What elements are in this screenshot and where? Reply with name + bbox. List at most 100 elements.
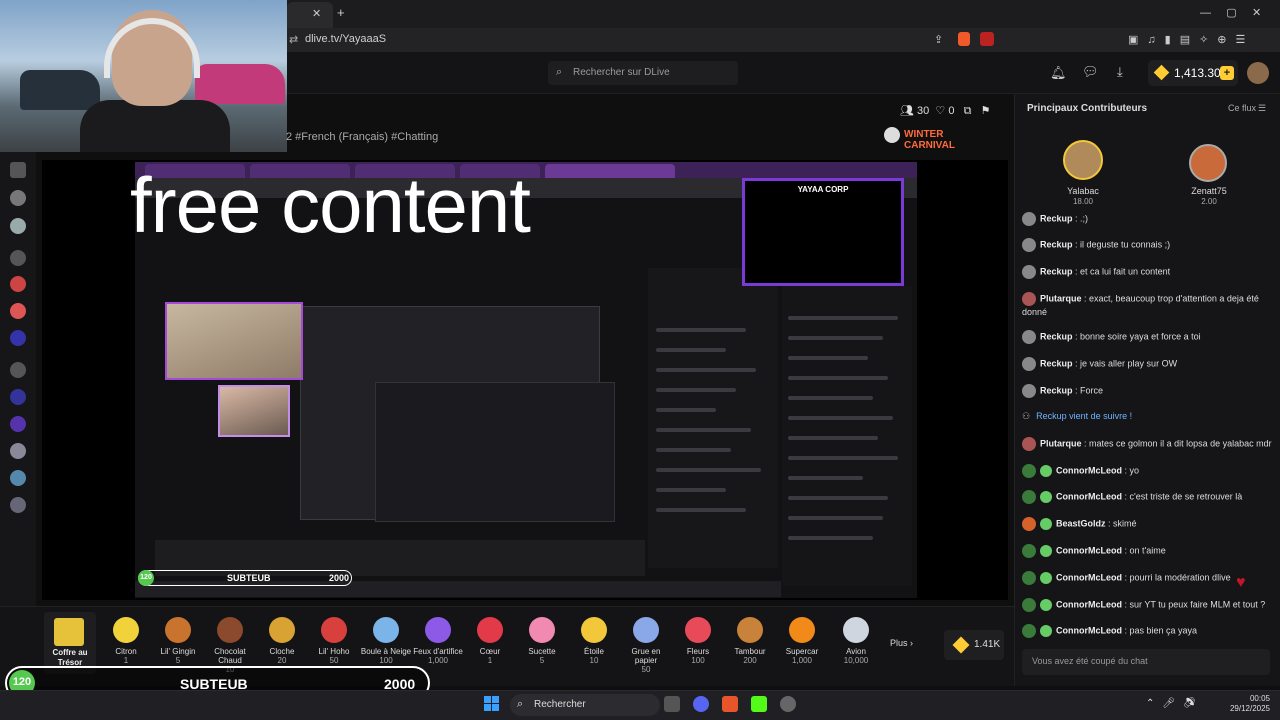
user-avatar[interactable] bbox=[1247, 62, 1269, 84]
gems-button[interactable]: 1.41K bbox=[944, 630, 1004, 660]
notification-bell-icon[interactable]: 🔔︎ bbox=[1050, 65, 1067, 81]
balance-value: 1,413.30 bbox=[1174, 66, 1221, 80]
contributor-avatar[interactable] bbox=[1063, 140, 1103, 180]
sidebar-channel-avatar[interactable] bbox=[10, 276, 26, 292]
sidebar-channel-avatar[interactable] bbox=[10, 218, 26, 234]
sidebar-toggle-icon[interactable] bbox=[10, 162, 26, 178]
chat-username[interactable]: Reckup bbox=[1040, 213, 1073, 223]
browser-tab[interactable] bbox=[287, 2, 333, 28]
sidebar-channel-avatar[interactable] bbox=[10, 389, 26, 405]
popout-icon[interactable]: ⧉ bbox=[964, 105, 972, 117]
winter-carnival-badge[interactable]: WINTER CARNIVAL bbox=[882, 125, 994, 151]
chat-avatar[interactable] bbox=[1022, 490, 1036, 504]
chat-username[interactable]: ConnorMcLeod bbox=[1056, 491, 1122, 501]
chat-username[interactable]: BeastGoldz bbox=[1056, 518, 1106, 528]
chat-avatar[interactable] bbox=[1022, 238, 1036, 252]
sidebar-channel-avatar[interactable] bbox=[10, 362, 26, 378]
chat-username[interactable]: ConnorMcLeod bbox=[1056, 572, 1122, 582]
windows-start-icon[interactable] bbox=[484, 696, 500, 712]
contributors-filter[interactable]: Ce flux bbox=[1228, 103, 1256, 113]
gift-avion[interactable]: Avion 10,000 bbox=[830, 617, 882, 677]
chat-avatar[interactable] bbox=[1022, 571, 1036, 585]
gift-supercar[interactable]: Supercar 1,000 bbox=[776, 617, 828, 677]
add-balance-icon[interactable]: + bbox=[1220, 66, 1234, 80]
chat-avatar[interactable] bbox=[1022, 544, 1036, 558]
chat-avatar[interactable] bbox=[1022, 265, 1036, 279]
like-icon[interactable]: ♡ bbox=[935, 105, 945, 117]
taskbar-search[interactable]: ⌕ Rechercher bbox=[510, 694, 660, 716]
brave-rewards-icon[interactable] bbox=[980, 32, 994, 46]
obs-icon[interactable] bbox=[780, 696, 796, 712]
chat-avatar[interactable] bbox=[1022, 598, 1036, 612]
chat-username[interactable]: ConnorMcLeod bbox=[1056, 545, 1122, 555]
chat-avatar[interactable] bbox=[1022, 517, 1036, 531]
chat-username[interactable]: ConnorMcLeod bbox=[1056, 599, 1122, 609]
contributor-name[interactable]: Zenatt75 bbox=[1169, 186, 1249, 196]
chat-avatar[interactable] bbox=[1022, 384, 1036, 398]
heart-icon[interactable] bbox=[10, 190, 26, 206]
new-tab-button[interactable]: + bbox=[337, 5, 345, 20]
lemon-balance[interactable]: 1,413.30 + bbox=[1148, 60, 1238, 86]
chat-username[interactable]: Reckup bbox=[1040, 331, 1073, 341]
report-flag-icon[interactable]: ⚑ bbox=[981, 105, 991, 117]
download-icon[interactable]: ⤓ bbox=[1117, 64, 1123, 80]
site-info-icon[interactable]: ⇄ bbox=[289, 33, 298, 46]
chat-avatar[interactable] bbox=[1022, 437, 1036, 451]
browser-toolbar-icons[interactable]: ▣♫▮▤✧⊕☰ bbox=[1128, 33, 1254, 46]
chat-username[interactable]: ConnorMcLeod bbox=[1056, 465, 1122, 475]
share-icon[interactable]: ⇪ bbox=[934, 33, 943, 46]
menu-icon[interactable]: ☰ bbox=[1258, 103, 1266, 114]
chat-username[interactable]: Reckup bbox=[1040, 239, 1073, 249]
contributor-avatar[interactable] bbox=[1189, 144, 1227, 182]
chat-username[interactable]: Plutarque bbox=[1040, 438, 1082, 448]
sidebar-channel-avatar[interactable] bbox=[10, 443, 26, 459]
shared-sub-label: SUBTEUB bbox=[227, 573, 271, 583]
chat-text: : c'est triste de se retrouver là bbox=[1124, 491, 1243, 502]
chat-avatar[interactable] bbox=[1022, 624, 1036, 638]
system-tray-icons[interactable]: ⌃🎤︎🔊︎ bbox=[1146, 698, 1204, 709]
stream-tags[interactable]: 2 #French (Français) #Chatting bbox=[286, 131, 438, 143]
airplane-icon bbox=[843, 617, 869, 643]
more-gifts-button[interactable]: Plus › bbox=[890, 638, 913, 648]
chat-username[interactable]: Plutarque bbox=[1040, 293, 1082, 303]
chat-avatar[interactable] bbox=[1022, 330, 1036, 344]
gift-grue[interactable]: Grue en papier 50 bbox=[620, 617, 672, 677]
user-follow-icon: ⚇ bbox=[1022, 411, 1031, 421]
chat-avatar[interactable] bbox=[1022, 464, 1036, 478]
sidebar-channel-avatar[interactable] bbox=[10, 250, 26, 266]
chat-avatar[interactable] bbox=[1022, 212, 1036, 226]
chat-text: : il deguste tu connais ;) bbox=[1075, 239, 1171, 250]
gift-sucette[interactable]: Sucette 5 bbox=[516, 617, 568, 677]
chat-username[interactable]: Reckup bbox=[1040, 385, 1073, 395]
tab-close-icon[interactable]: ✕ bbox=[312, 7, 321, 20]
sidebar-channel-avatar[interactable] bbox=[10, 303, 26, 319]
gingerbread-icon bbox=[165, 617, 191, 643]
contributor-name[interactable]: Yalabac bbox=[1043, 186, 1123, 196]
gift-etoile[interactable]: Étoile 10 bbox=[568, 617, 620, 677]
chat-avatar[interactable] bbox=[1022, 357, 1036, 371]
sidebar-channel-avatar[interactable] bbox=[10, 330, 26, 346]
gift-tambour[interactable]: Tambour 200 bbox=[724, 617, 776, 677]
search-input[interactable]: ⌕ Rechercher sur DLive bbox=[548, 61, 738, 85]
gift-fleurs[interactable]: Fleurs 100 bbox=[672, 617, 724, 677]
task-view-icon[interactable] bbox=[664, 696, 680, 712]
chat-username[interactable]: Reckup bbox=[1040, 358, 1073, 368]
gift-price: 10,000 bbox=[843, 656, 869, 665]
gift-name: Boule à Neige bbox=[360, 647, 412, 656]
chat-badge-icon bbox=[1040, 599, 1052, 611]
sidebar-channel-avatar[interactable] bbox=[10, 470, 26, 486]
gift-coeur[interactable]: Cœur 1 bbox=[464, 617, 516, 677]
kick-app-icon[interactable] bbox=[751, 696, 767, 712]
sidebar-channel-avatar[interactable] bbox=[10, 497, 26, 513]
chat-username[interactable]: Reckup bbox=[1040, 266, 1073, 276]
messages-icon[interactable]: 💬︎ bbox=[1082, 64, 1099, 80]
window-controls[interactable]: — ▢ ✕ bbox=[1200, 6, 1261, 19]
chat-username[interactable]: ConnorMcLeod bbox=[1056, 625, 1122, 635]
chat-avatar[interactable] bbox=[1022, 292, 1036, 306]
brave-shield-icon[interactable] bbox=[958, 32, 970, 46]
brave-browser-icon[interactable] bbox=[722, 696, 738, 712]
taskbar-clock[interactable]: 00:05 29/12/2025 bbox=[1228, 694, 1270, 714]
discord-icon[interactable] bbox=[693, 696, 709, 712]
sidebar-channel-avatar[interactable] bbox=[10, 416, 26, 432]
url-field[interactable]: dlive.tv/YayaaaS bbox=[305, 33, 386, 45]
